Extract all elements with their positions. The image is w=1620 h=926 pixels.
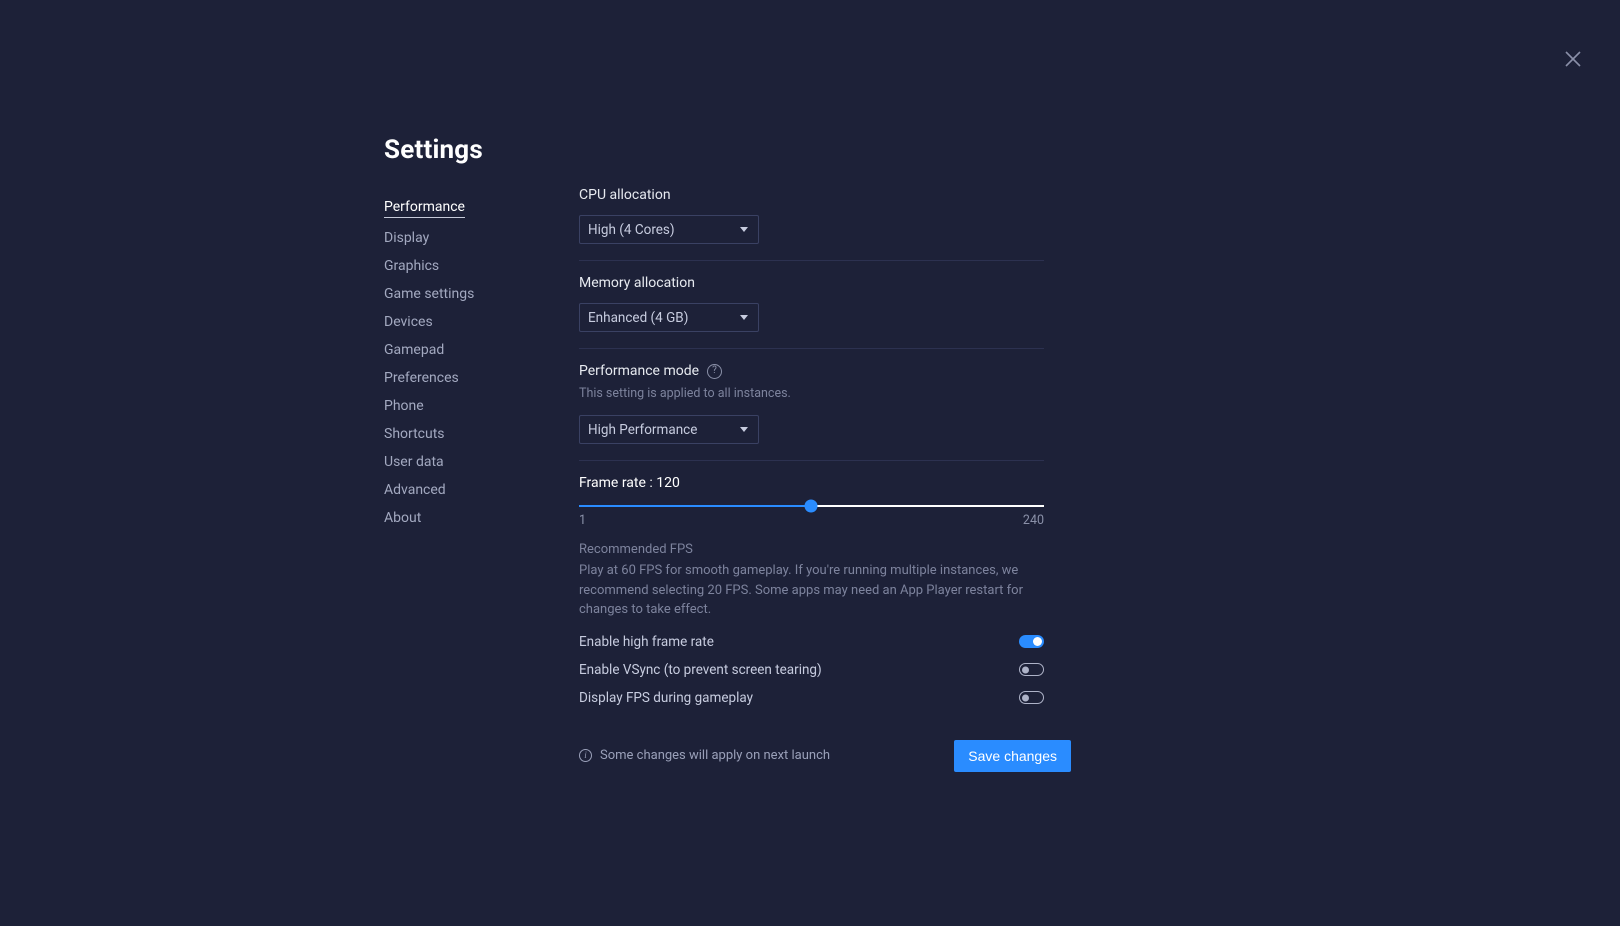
sidebar-item-advanced[interactable]: Advanced: [384, 482, 446, 498]
cpu-allocation-select[interactable]: High (4 Cores): [579, 215, 759, 244]
performance-mode-select[interactable]: High Performance: [579, 415, 759, 444]
save-changes-button[interactable]: Save changes: [954, 740, 1071, 772]
toggle-vsync-label: Enable VSync (to prevent screen tearing): [579, 662, 822, 678]
sidebar-item-graphics[interactable]: Graphics: [384, 258, 439, 274]
cpu-allocation-value: High (4 Cores): [588, 222, 675, 238]
help-icon[interactable]: ?: [707, 364, 722, 379]
info-icon: i: [579, 749, 592, 762]
memory-allocation-label: Memory allocation: [579, 275, 1044, 291]
frame-rate-label-prefix: Frame rate :: [579, 475, 656, 491]
sidebar-item-user-data[interactable]: User data: [384, 454, 444, 470]
page-title: Settings: [384, 135, 1620, 165]
frame-rate-max: 240: [1023, 513, 1044, 528]
performance-mode-label: Performance mode: [579, 363, 699, 379]
settings-content: CPU allocation High (4 Cores) Memory all…: [579, 187, 1044, 788]
toggle-knob: [1022, 694, 1029, 701]
toggle-high-fps[interactable]: [1019, 635, 1044, 648]
slider-fill: [579, 505, 811, 507]
caret-down-icon: [740, 227, 748, 232]
memory-allocation-select[interactable]: Enhanced (4 GB): [579, 303, 759, 332]
recommended-fps-title: Recommended FPS: [579, 542, 1044, 557]
toggle-show-fps-label: Display FPS during gameplay: [579, 690, 753, 706]
frame-rate-min: 1: [579, 513, 586, 528]
frame-rate-value: 120: [656, 475, 680, 491]
footer-note: Some changes will apply on next launch: [600, 748, 830, 763]
sidebar-item-display[interactable]: Display: [384, 230, 429, 246]
toggle-knob: [1022, 666, 1029, 673]
sidebar-item-preferences[interactable]: Preferences: [384, 370, 459, 386]
recommended-fps-body: Play at 60 FPS for smooth gameplay. If y…: [579, 561, 1044, 620]
settings-sidebar: Performance Display Graphics Game settin…: [384, 199, 579, 526]
toggle-show-fps[interactable]: [1019, 691, 1044, 704]
sidebar-item-performance[interactable]: Performance: [384, 199, 465, 218]
sidebar-item-about[interactable]: About: [384, 510, 421, 526]
performance-mode-subtext: This setting is applied to all instances…: [579, 385, 1044, 403]
close-button[interactable]: [1564, 50, 1582, 68]
close-icon: [1564, 50, 1582, 68]
caret-down-icon: [740, 427, 748, 432]
toggle-high-fps-label: Enable high frame rate: [579, 634, 714, 650]
sidebar-item-devices[interactable]: Devices: [384, 314, 433, 330]
toggle-vsync[interactable]: [1019, 663, 1044, 676]
sidebar-item-game-settings[interactable]: Game settings: [384, 286, 474, 302]
frame-rate-slider[interactable]: [579, 505, 1044, 507]
sidebar-item-phone[interactable]: Phone: [384, 398, 424, 414]
caret-down-icon: [740, 315, 748, 320]
memory-allocation-value: Enhanced (4 GB): [588, 310, 688, 326]
sidebar-item-gamepad[interactable]: Gamepad: [384, 342, 444, 358]
slider-thumb[interactable]: [804, 500, 817, 513]
sidebar-item-shortcuts[interactable]: Shortcuts: [384, 426, 445, 442]
cpu-allocation-label: CPU allocation: [579, 187, 1044, 203]
toggle-knob: [1033, 637, 1042, 646]
performance-mode-value: High Performance: [588, 422, 697, 438]
